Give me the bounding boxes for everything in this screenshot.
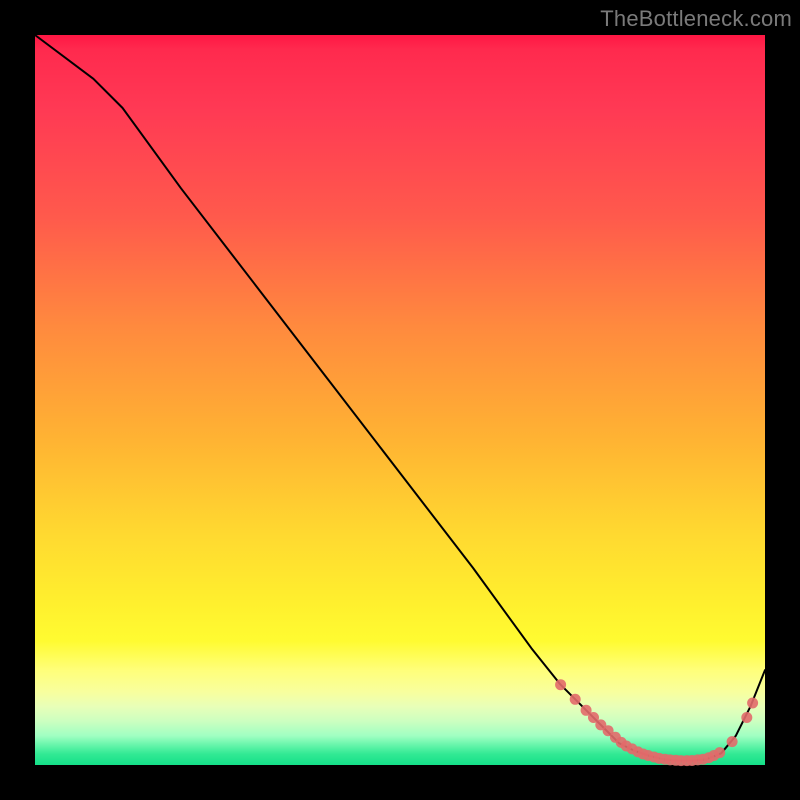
chart-container: TheBottleneck.com <box>0 0 800 800</box>
curve-marker <box>570 694 581 705</box>
plot-area <box>35 35 765 765</box>
watermark-text: TheBottleneck.com <box>600 6 792 32</box>
curve-marker <box>555 679 566 690</box>
bottleneck-curve-line <box>35 35 765 761</box>
curve-markers <box>555 679 758 766</box>
curve-marker <box>714 747 725 758</box>
curve-marker <box>727 736 738 747</box>
curve-marker <box>747 698 758 709</box>
curve-marker <box>741 712 752 723</box>
chart-svg <box>35 35 765 765</box>
